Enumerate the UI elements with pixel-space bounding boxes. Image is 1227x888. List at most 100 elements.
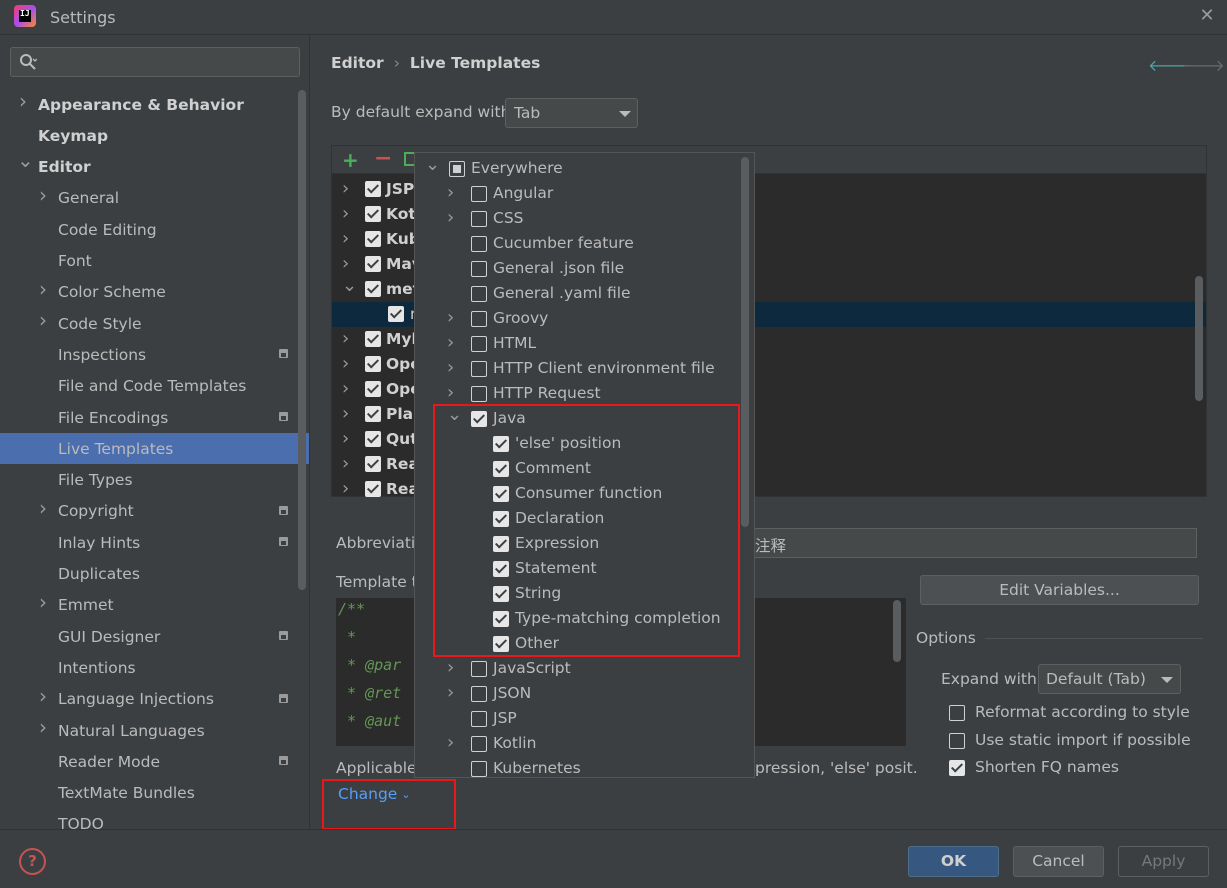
- sidebar-scrollbar[interactable]: [298, 90, 306, 590]
- template-checkbox[interactable]: [365, 456, 381, 472]
- template-checkbox[interactable]: [365, 381, 381, 397]
- context-checkbox[interactable]: [471, 761, 487, 777]
- description-field[interactable]: 注释: [740, 528, 1197, 558]
- chevron-right-icon[interactable]: ›: [447, 182, 454, 203]
- context-checkbox[interactable]: [471, 261, 487, 277]
- chevron-right-icon[interactable]: ›: [37, 717, 49, 737]
- context-item[interactable]: › HTML: [415, 331, 745, 356]
- context-checkbox[interactable]: [471, 661, 487, 677]
- chevron-right-icon[interactable]: ›: [37, 279, 49, 299]
- chevron-right-icon[interactable]: ›: [342, 203, 349, 224]
- chevron-right-icon[interactable]: ›: [37, 498, 49, 518]
- sidebar-item[interactable]: Intentions: [0, 652, 300, 683]
- template-checkbox[interactable]: [365, 406, 381, 422]
- context-checkbox[interactable]: [471, 686, 487, 702]
- chevron-right-icon[interactable]: ›: [447, 657, 454, 678]
- template-checkbox[interactable]: [365, 431, 381, 447]
- chevron-right-icon[interactable]: ›: [342, 178, 349, 199]
- settings-search-input[interactable]: [10, 47, 300, 77]
- context-item[interactable]: › HTTP Request: [415, 381, 745, 406]
- add-icon[interactable]: +: [342, 148, 359, 172]
- close-icon[interactable]: ✕: [1197, 6, 1217, 26]
- context-item[interactable]: General .json file: [415, 256, 745, 281]
- chevron-right-icon[interactable]: ›: [342, 228, 349, 249]
- sidebar-item[interactable]: › Natural Languages: [0, 715, 300, 746]
- chevron-right-icon[interactable]: ›: [342, 403, 349, 424]
- context-item[interactable]: General .yaml file: [415, 281, 745, 306]
- context-checkbox[interactable]: [471, 286, 487, 302]
- chevron-right-icon[interactable]: ›: [447, 382, 454, 403]
- sidebar-item[interactable]: › Appearance & Behavior: [0, 89, 300, 120]
- chevron-right-icon[interactable]: ›: [342, 428, 349, 449]
- sidebar-item[interactable]: › Language Injections: [0, 684, 300, 715]
- context-checkbox[interactable]: [471, 386, 487, 402]
- sidebar-item[interactable]: Keymap: [0, 120, 300, 151]
- sidebar-item[interactable]: Live Templates: [0, 433, 309, 465]
- sidebar-item[interactable]: GUI Designer: [0, 621, 300, 652]
- context-checkbox[interactable]: [471, 711, 487, 727]
- chevron-right-icon[interactable]: ›: [447, 207, 454, 228]
- sidebar-item[interactable]: › Copyright: [0, 496, 300, 527]
- template-checkbox[interactable]: [365, 256, 381, 272]
- template-checkbox[interactable]: [365, 281, 381, 297]
- editor-scrollbar[interactable]: [893, 600, 901, 662]
- help-icon[interactable]: ?: [19, 848, 46, 875]
- popup-scrollbar[interactable]: [741, 157, 749, 527]
- sidebar-item[interactable]: File Types: [0, 465, 300, 496]
- chevron-right-icon[interactable]: ›: [37, 185, 49, 205]
- cancel-button[interactable]: Cancel: [1013, 846, 1104, 877]
- chevron-right-icon[interactable]: ›: [37, 310, 49, 330]
- chevron-right-icon[interactable]: ›: [447, 732, 454, 753]
- chevron-right-icon[interactable]: ›: [342, 353, 349, 374]
- sidebar-item[interactable]: Duplicates: [0, 559, 300, 590]
- template-checkbox[interactable]: [365, 206, 381, 222]
- chevron-right-icon[interactable]: ›: [447, 357, 454, 378]
- context-item[interactable]: Kubernetes: [415, 756, 745, 777]
- context-item[interactable]: › JSON: [415, 681, 745, 706]
- template-checkbox[interactable]: [365, 481, 381, 497]
- sidebar-item[interactable]: Reader Mode: [0, 746, 300, 777]
- expand-with-select[interactable]: Default (Tab): [1038, 664, 1181, 694]
- chevron-right-icon[interactable]: ›: [447, 307, 454, 328]
- option-checkbox[interactable]: [949, 732, 965, 749]
- edit-variables-button[interactable]: Edit Variables...: [920, 575, 1199, 605]
- chevron-right-icon[interactable]: ›: [342, 378, 349, 399]
- sidebar-item[interactable]: Code Editing: [0, 214, 300, 245]
- template-checkbox[interactable]: [365, 356, 381, 372]
- context-item[interactable]: › JavaScript: [415, 656, 745, 681]
- option-checkbox[interactable]: [949, 705, 965, 721]
- apply-button[interactable]: Apply: [1118, 846, 1209, 877]
- chevron-down-icon[interactable]: ⌄: [425, 154, 440, 175]
- chevron-right-icon[interactable]: ›: [342, 253, 349, 274]
- sidebar-item[interactable]: Inlay Hints: [0, 527, 300, 558]
- context-checkbox[interactable]: [471, 211, 487, 227]
- template-checkbox[interactable]: [365, 231, 381, 247]
- chevron-right-icon[interactable]: ›: [37, 592, 49, 612]
- sidebar-item[interactable]: › General: [0, 183, 300, 214]
- sidebar-item[interactable]: ⌄ Editor: [0, 150, 300, 183]
- sidebar-item[interactable]: TextMate Bundles: [0, 778, 300, 809]
- expand-default-select[interactable]: Tab: [505, 98, 638, 128]
- sidebar-item[interactable]: File and Code Templates: [0, 371, 300, 402]
- context-item[interactable]: › CSS: [415, 206, 745, 231]
- context-checkbox[interactable]: [471, 236, 487, 252]
- breadcrumb-parent[interactable]: Editor: [331, 54, 384, 72]
- context-item[interactable]: ⌄ Everywhere: [415, 154, 745, 181]
- template-checkbox[interactable]: [388, 306, 404, 322]
- chevron-down-icon[interactable]: ⌄: [342, 275, 357, 296]
- forward-arrow-icon[interactable]: 🡒: [1182, 55, 1225, 75]
- remove-icon[interactable]: −: [374, 146, 392, 171]
- sidebar-item[interactable]: › Color Scheme: [0, 277, 300, 308]
- chevron-right-icon[interactable]: ›: [342, 478, 349, 499]
- context-checkbox[interactable]: [471, 736, 487, 752]
- context-item[interactable]: › Kotlin: [415, 731, 745, 756]
- context-checkbox[interactable]: [471, 336, 487, 352]
- template-checkbox[interactable]: [365, 331, 381, 347]
- option-checkbox[interactable]: [949, 760, 965, 776]
- chevron-right-icon[interactable]: ›: [342, 453, 349, 474]
- sidebar-item[interactable]: Inspections: [0, 339, 300, 370]
- sidebar-item[interactable]: › Code Style: [0, 308, 300, 339]
- context-checkbox[interactable]: [471, 186, 487, 202]
- ok-button[interactable]: OK: [908, 846, 999, 877]
- templates-scrollbar[interactable]: [1195, 276, 1203, 401]
